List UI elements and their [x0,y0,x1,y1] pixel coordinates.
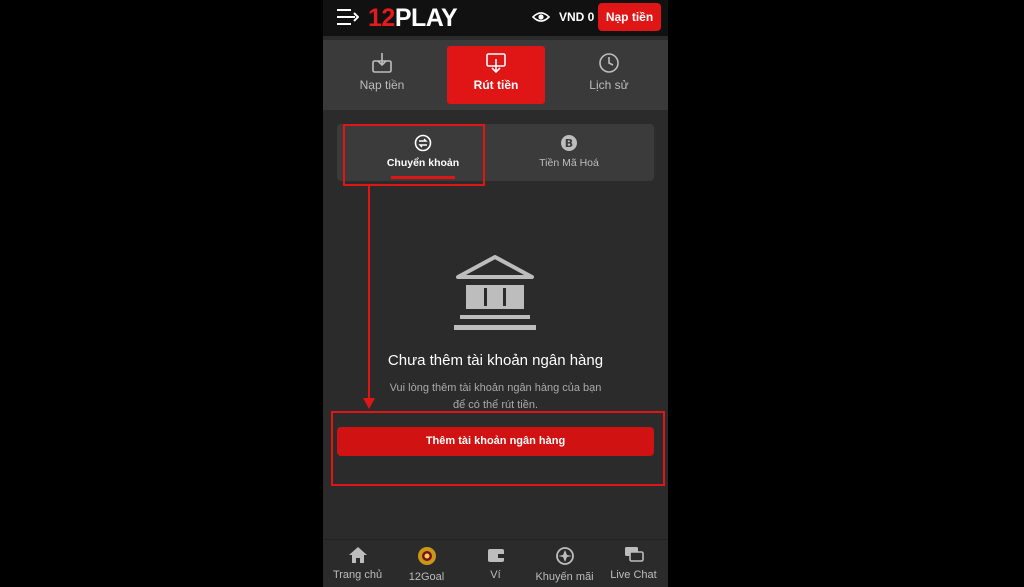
bank-icon [454,255,536,330]
bottom-navigation: Trang chủ 12Goal Ví Khuyến mãi Live Chat [323,539,668,587]
12goal-icon [417,547,436,565]
tab-deposit[interactable]: Nạp tiền [333,46,431,104]
annotation-arrow-line [368,184,370,402]
deposit-button[interactable]: Nạp tiền [598,3,661,31]
wallet-icon [487,549,504,562]
clock-icon [599,53,619,73]
hamburger-arrow-icon[interactable] [337,8,359,26]
nav-label: Ví [490,569,501,581]
tab-withdraw[interactable]: Rút tiền [447,46,545,104]
chat-icon [624,547,644,562]
svg-text:B: B [565,137,573,150]
empty-state-title: Chưa thêm tài khoản ngân hàng [387,352,604,369]
nav-label: Live Chat [610,569,657,581]
subtab-label: Tiền Mã Hoá [539,157,599,169]
highlight-box-transfer [343,124,485,186]
phone-screen: 12PLAY VND 0 Nạp tiền Nạp tiền Rút tiền [323,0,668,587]
bitcoin-icon: B [561,135,577,151]
deposit-icon [372,53,392,73]
balance-display: VND 0 [559,10,595,24]
wallet-tabs: Nạp tiền Rút tiền Lịch sử [323,40,668,110]
highlight-box-add-button [331,411,665,486]
nav-promotion[interactable]: Khuyến mãi [530,540,599,587]
tab-history[interactable]: Lịch sử [560,46,658,104]
tab-label: Rút tiền [473,78,519,92]
nav-label: Trang chủ [332,569,383,581]
annotation-arrow-head [363,398,375,409]
subtab-crypto[interactable]: B Tiền Mã Hoá [507,124,631,181]
brand-logo[interactable]: 12PLAY [368,4,458,33]
nav-wallet[interactable]: Ví [461,540,530,587]
withdraw-icon [486,53,506,74]
promotion-icon [555,547,574,565]
tab-label: Nạp tiền [359,78,405,92]
tab-label: Lịch sử [589,78,629,92]
nav-home[interactable]: Trang chủ [323,540,392,587]
nav-12goal[interactable]: 12Goal [392,540,461,587]
empty-state-description: Vui lòng thêm tài khoản ngân hàng của bạ… [389,382,602,411]
home-icon [348,547,367,563]
top-bar: 12PLAY VND 0 Nạp tiền [323,0,668,36]
nav-label: 12Goal [408,571,445,583]
nav-live-chat[interactable]: Live Chat [599,540,668,587]
eye-icon[interactable] [532,9,550,25]
nav-label: Khuyến mãi [535,571,594,583]
